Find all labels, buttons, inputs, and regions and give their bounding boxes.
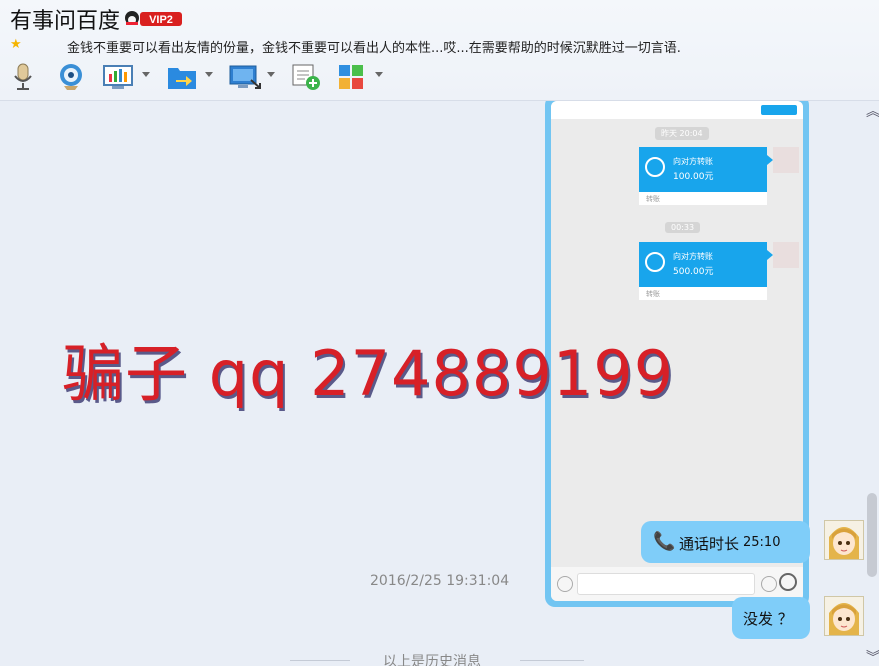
transfer-footer: 转账 [646,195,660,203]
remote-desktop-icon[interactable] [229,62,261,92]
vip-badge[interactable]: VIP2 [122,8,184,28]
contact-name[interactable]: 有事问百度 [10,3,120,35]
transfer-amount: 500.00元 [673,267,714,277]
transfer-card: 向对方转账 500.00元 转账 [639,242,773,300]
screenshot-time-chip: 昨天 20:04 [655,127,709,140]
screenshot-input-bar [551,567,803,601]
screenshot-time-chip: 00:33 [665,222,701,233]
scam-warning-watermark: 骗子 qq 274889199 [62,337,675,410]
divider-line [290,660,350,661]
screenshot-avatar [773,242,799,268]
file-transfer-icon[interactable] [167,62,197,92]
chat-message-area[interactable]: 昨天 20:04 向对方转账 100.00元 转账 00:33 向对方转账 50… [0,101,879,666]
add-note-icon[interactable] [291,62,321,92]
vip-badge-label: VIP2 [149,14,173,26]
message-bubble[interactable]: 没发 ？ [732,597,810,639]
screenshot-input-field [577,573,755,595]
divider-line [520,660,584,661]
star-icon: ★ [10,37,22,52]
screenshot-avatar [773,147,799,173]
message-text: 没发 ？ [743,610,793,628]
user-avatar[interactable] [824,596,864,636]
transfer-icon [645,157,665,177]
screenshot-voice-icon [557,576,573,592]
chat-scrollbar[interactable] [867,493,877,577]
apps-dropdown[interactable] [375,72,383,77]
zoom-in-icon [779,573,797,591]
screenshot-top-strip [551,101,803,119]
screen-share-dropdown[interactable] [142,72,150,77]
video-camera-icon[interactable] [56,62,86,92]
transfer-amount: 100.00元 [673,172,714,182]
transfer-card-body: 向对方转账 500.00元 [639,242,767,287]
user-avatar[interactable] [824,520,864,560]
file-transfer-dropdown[interactable] [205,72,213,77]
transfer-card-body: 向对方转账 100.00元 [639,147,767,192]
chat-header: 有事问百度 VIP2 ★ 金钱不重要可以看出友情的份量，金钱不重要可以看出人的本… [0,0,879,101]
transfer-icon [645,252,665,272]
remote-desktop-dropdown[interactable] [267,72,275,77]
screenshot-emoji-icon [761,576,777,592]
microphone-icon[interactable] [10,62,36,92]
apps-grid-icon[interactable] [338,62,366,92]
contact-signature: 金钱不重要可以看出友情的份量，金钱不重要可以看出人的本性...哎...在需要帮助… [67,41,681,56]
transfer-title: 向对方转账 [673,252,713,261]
expand-down-icon[interactable]: ︾ [866,647,879,666]
collapse-up-icon[interactable]: ︽ [866,101,879,121]
screen-share-icon[interactable] [103,62,133,92]
transfer-footer: 转账 [646,290,660,298]
phone-icon: 📞 [653,531,676,552]
message-timestamp: 2016/2/25 19:31:04 [370,573,510,589]
history-divider: 以上是历史消息 [383,654,481,666]
screenshot-add-button [761,105,797,115]
call-duration: 25:10 [743,535,781,550]
call-record-bubble[interactable]: 📞 通话时长 25:10 [641,521,810,563]
transfer-card: 向对方转账 100.00元 转账 [639,147,773,205]
call-label: 通话时长 [679,535,740,553]
transfer-title: 向对方转账 [673,157,713,166]
